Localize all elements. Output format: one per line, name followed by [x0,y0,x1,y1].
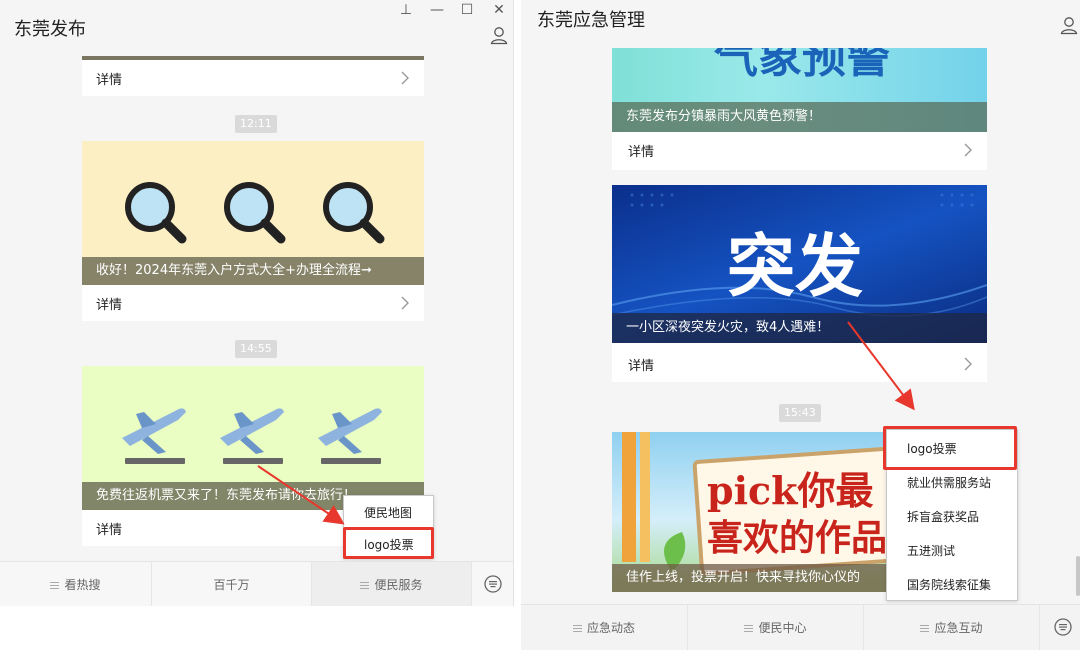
keyboard-toggle-icon[interactable] [482,573,504,595]
right-menu-bar: 应急动态 便民中心 应急互动 [521,604,1080,650]
menu-label: 看热搜 [64,578,101,592]
right-article-card-1[interactable]: 气象预警 东莞发布分镇暴雨大风黄色预警！ 详情 [612,48,987,170]
menu-icon [360,582,370,589]
scrollbar-thumb[interactable] [1076,556,1080,596]
menu-item-services[interactable]: 便民服务 [312,562,472,606]
article-caption: 一小区深夜突发火灾，致4人遇难！ [612,313,987,343]
left-window-title: 东莞发布 [14,19,86,40]
menu-item-news[interactable]: 应急动态 [521,605,688,650]
article-caption: 收好！2024年东莞入户方式大全+办理全流程➞ [82,257,424,285]
right-window-title: 东莞应急管理 [537,10,645,31]
right-titlebar: 东莞应急管理 [521,0,1080,48]
article-cover-image: 免费往返机票又来了！东莞发布请你去旅行！ [82,366,424,510]
minimize-button[interactable]: — [429,3,445,17]
chevron-right-icon [401,296,409,310]
menu-icon [920,625,930,632]
banner-text: 气象预警 [714,48,890,83]
article-caption: 东莞发布分镇暴雨大风黄色预警！ [612,102,987,132]
menu-label: 便民中心 [758,621,807,635]
menu-icon [50,582,60,589]
detail-label: 详情 [628,145,655,160]
left-titlebar: 东莞发布 ⊥ — ☐ ✕ [0,0,513,56]
timestamp: 14:55 [235,340,277,358]
screenshot-root: 东莞发布 ⊥ — ☐ ✕ 详情 12:11 收好！2024年东莞入户方式大全+办… [0,0,1080,650]
left-top-card[interactable]: 详情 [82,56,424,96]
highlight-box [883,426,1017,470]
popup-item-clue-collect[interactable]: 国务院线索征集 [887,568,1017,602]
close-button[interactable]: ✕ [491,3,507,17]
detail-row[interactable]: 详情 [82,60,424,96]
pin-icon[interactable]: ⊥ [398,3,414,17]
menu-item-interaction[interactable]: 应急互动 [864,605,1040,650]
left-menu-bar: 看热搜 百千万 便民服务 [0,561,513,606]
menu-label: 便民服务 [374,578,423,592]
detail-row[interactable]: 详情 [612,132,987,168]
menu-label: 应急互动 [934,621,983,635]
right-chat-window: 东莞应急管理 气象预警 东莞发布分镇暴雨大风黄色预警！ 详情 突发 一小区深夜突… [521,0,1080,650]
popup-item-map[interactable]: 便民地图 [344,496,433,530]
detail-label: 详情 [96,523,123,538]
banner-text: 突发 [727,228,863,307]
popup-item-blind-box[interactable]: 拆盲盒获奖品 [887,500,1017,534]
popup-item-employment[interactable]: 就业供需服务站 [887,466,1017,500]
keyboard-toggle-icon[interactable] [1052,616,1074,638]
detail-row[interactable]: 详情 [82,285,424,321]
detail-label: 详情 [628,359,655,374]
menu-item-baiqianwan[interactable]: 百千万 [152,562,312,606]
detail-row[interactable]: 详情 [612,346,987,382]
article-cover-image: 收好！2024年东莞入户方式大全+办理全流程➞ [82,141,424,285]
article-cover-image: 气象预警 东莞发布分镇暴雨大风黄色预警！ [612,48,987,132]
right-article-card-2[interactable]: 突发 一小区深夜突发火灾，致4人遇难！ 详情 [612,185,987,382]
chevron-right-icon [401,71,409,85]
user-icon[interactable] [1059,15,1079,35]
menu-item-service-center[interactable]: 便民中心 [688,605,864,650]
chevron-right-icon [964,143,972,157]
user-icon[interactable] [489,25,509,45]
detail-label: 详情 [96,73,123,88]
maximize-button[interactable]: ☐ [459,3,475,17]
popup-item-five-test[interactable]: 五进测试 [887,534,1017,568]
menu-item-hot-search[interactable]: 看热搜 [0,562,152,606]
left-chat-window: 东莞发布 ⊥ — ☐ ✕ 详情 12:11 收好！2024年东莞入户方式大全+办… [0,0,514,606]
menu-label: 百千万 [213,578,250,592]
left-article-card-1[interactable]: 收好！2024年东莞入户方式大全+办理全流程➞ 详情 [82,141,424,321]
article-cover-image: 突发 一小区深夜突发火灾，致4人遇难！ [612,185,987,343]
chevron-right-icon [964,357,972,371]
detail-label: 详情 [96,298,123,313]
menu-label: 应急动态 [586,621,635,635]
banner-text-line1: pick你最 [707,468,873,513]
timestamp: 15:43 [779,404,821,422]
highlight-box [343,527,434,559]
timestamp: 12:11 [235,115,277,133]
menu-icon [572,625,582,632]
banner-text-line2: 喜欢的作品 [707,517,887,559]
menu-icon [744,625,754,632]
